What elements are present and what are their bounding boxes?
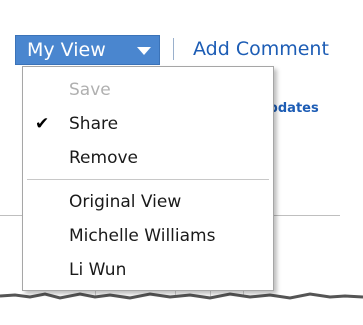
caret-down-icon — [137, 47, 151, 55]
menu-item-label: Save — [69, 80, 111, 100]
check-icon: ✔ — [35, 114, 50, 134]
toolbar: My View Add Comment — [0, 0, 363, 70]
menu-item-label: Share — [69, 114, 119, 134]
menu-item-remove[interactable]: Remove — [23, 143, 273, 173]
menu-item-label: Michelle Williams — [69, 226, 216, 246]
my-view-menu: Save ✔ Share Remove Original View Michel… — [22, 66, 274, 291]
menu-item-label: Li Wun — [69, 260, 127, 280]
menu-separator — [27, 179, 269, 180]
menu-item-save[interactable]: Save — [23, 75, 273, 105]
menu-item-michelle-williams[interactable]: Michelle Williams — [23, 221, 273, 251]
my-view-dropdown-button[interactable]: My View — [15, 35, 160, 65]
menu-item-li-wun[interactable]: Li Wun — [23, 255, 273, 285]
menu-item-original-view[interactable]: Original View — [23, 187, 273, 217]
toolbar-separator — [173, 38, 174, 60]
menu-item-label: Remove — [69, 148, 138, 168]
my-view-label: My View — [27, 39, 106, 61]
add-comment-link[interactable]: Add Comment — [193, 35, 329, 63]
menu-item-label: Original View — [69, 192, 182, 212]
menu-item-share[interactable]: ✔ Share — [23, 109, 273, 139]
